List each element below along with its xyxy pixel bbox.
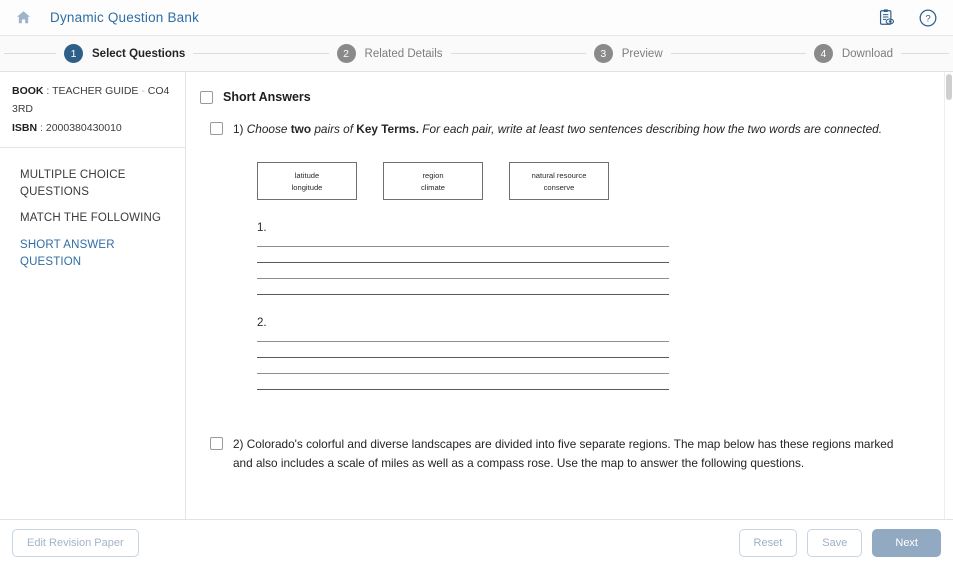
answer-number: 1. [257, 222, 267, 235]
step-number: 2 [336, 44, 356, 63]
key-term-box: natural resource conserve [509, 162, 609, 201]
app-window: Dynamic Question Bank ? 1 Select Questio… [0, 0, 953, 565]
question-item-1: 1) Choose two pairs of Key Terms. For ea… [210, 120, 927, 405]
reset-button[interactable]: Reset [738, 528, 798, 557]
key-term-line-2: conserve [543, 182, 575, 192]
clipboard-eye-icon[interactable] [875, 7, 897, 29]
main-body: BOOK : TEACHER GUIDE - CO4 3RD ISBN : 20… [0, 72, 953, 519]
sidebar: BOOK : TEACHER GUIDE - CO4 3RD ISBN : 20… [0, 72, 186, 519]
answer-rule [257, 294, 669, 296]
sidebar-item-short-answer-question[interactable]: SHORT ANSWER QUESTION [0, 232, 185, 275]
book-value: TEACHER GUIDE [52, 85, 139, 97]
step-connector [450, 53, 586, 54]
answer-block-2: 2. [257, 317, 927, 391]
isbn-colon: : [40, 121, 43, 134]
question-body: 1) Choose two pairs of Key Terms. For ea… [233, 120, 927, 405]
answer-rule [257, 341, 669, 343]
wizard-stepper: 1 Select Questions 2 Related Details 3 P… [0, 36, 953, 72]
footer-actions: Reset Save Next [738, 528, 941, 557]
step-preview[interactable]: 3 Preview [586, 44, 671, 63]
question-type-nav: MULTIPLE CHOICE QUESTIONS MATCH THE FOLL… [0, 148, 185, 275]
question-text-content: Colorado's colorful and diverse landscap… [233, 437, 894, 470]
home-icon[interactable] [12, 7, 34, 29]
isbn-label: ISBN [12, 121, 38, 134]
question-text: 1) Choose two pairs of Key Terms. For ea… [233, 120, 927, 138]
book-line: BOOK : TEACHER GUIDE - CO4 3RD [12, 82, 173, 119]
content-area: Short Answers 1) Choose two pairs of Key… [186, 72, 953, 519]
key-term-box: region climate [383, 162, 483, 201]
answer-rule [257, 278, 669, 280]
step-label: Download [841, 47, 894, 60]
help-circle-icon[interactable]: ? [917, 7, 939, 29]
answer-rule [257, 373, 669, 375]
isbn-value: 2000380430010 [45, 121, 122, 134]
question-text-part-1: Choose [246, 122, 291, 136]
question-number: 1) [233, 122, 244, 136]
step-number: 1 [64, 44, 83, 63]
section-checkbox[interactable] [200, 90, 213, 104]
footer-bar: Edit Revision Paper Reset Save Next [0, 519, 953, 565]
step-number: 3 [593, 44, 613, 63]
step-label: Select Questions [92, 47, 186, 60]
sidebar-item-multiple-choice-questions[interactable]: MULTIPLE CHOICE QUESTIONS [0, 162, 185, 205]
question-body: 2) Colorado's colorful and diverse lands… [233, 435, 927, 472]
question-item-2: 2) Colorado's colorful and diverse lands… [210, 435, 927, 472]
key-term-line-1: latitude [294, 170, 320, 180]
step-download[interactable]: 4 Download [806, 44, 901, 63]
book-dash: - [141, 85, 145, 97]
section-header: Short Answers [200, 90, 927, 104]
question-number: 2) [233, 437, 244, 452]
save-button[interactable]: Save [807, 528, 863, 557]
book-label: BOOK [12, 85, 44, 97]
step-connector [193, 53, 329, 54]
question-text-part-5: For each pair, write at least two senten… [419, 122, 882, 136]
step-number: 4 [813, 44, 833, 63]
book-metadata: BOOK : TEACHER GUIDE - CO4 3RD ISBN : 20… [0, 72, 185, 149]
isbn-line: ISBN : 2000380430010 [12, 119, 173, 137]
top-bar: Dynamic Question Bank ? [0, 0, 953, 36]
section-title: Short Answers [223, 90, 311, 104]
question-list: Short Answers 1) Choose two pairs of Key… [186, 72, 953, 519]
step-select-questions[interactable]: 1 Select Questions [56, 44, 193, 63]
step-related-details[interactable]: 2 Related Details [329, 44, 451, 63]
content-scrollbar[interactable] [944, 72, 953, 519]
question-checkbox[interactable] [210, 437, 223, 451]
question-text-part-3: pairs of [311, 122, 357, 136]
next-button[interactable]: Next [872, 528, 941, 557]
svg-text:?: ? [925, 13, 930, 24]
scrollbar-thumb[interactable] [946, 74, 952, 100]
edit-revision-paper-button[interactable]: Edit Revision Paper [12, 528, 139, 557]
question-text-part-2: two [290, 122, 312, 136]
answer-block-1: 1. [257, 222, 927, 296]
key-term-line-1: natural resource [531, 170, 587, 180]
answer-rule [257, 262, 669, 264]
key-terms-row: latitude longitude region climate natura… [257, 162, 927, 201]
answer-number: 2. [257, 317, 267, 330]
question-text: 2) Colorado's colorful and diverse lands… [233, 435, 905, 472]
step-label: Related Details [364, 47, 443, 60]
sidebar-item-match-the-following[interactable]: MATCH THE FOLLOWING [0, 205, 185, 232]
step-connector [4, 53, 56, 54]
question-text-part-4: Key Terms. [356, 122, 420, 136]
key-term-line-2: longitude [291, 182, 323, 192]
step-connector [901, 53, 950, 54]
book-colon: : [46, 85, 50, 97]
question-checkbox[interactable] [210, 122, 223, 135]
app-title: Dynamic Question Bank [50, 10, 200, 25]
step-connector [670, 53, 806, 54]
answer-rule [257, 389, 669, 391]
key-term-line-2: climate [420, 182, 446, 192]
step-label: Preview [621, 47, 663, 60]
key-term-line-1: region [422, 170, 444, 180]
top-bar-actions: ? [875, 7, 939, 29]
answer-rule [257, 246, 669, 248]
answer-rule [257, 357, 669, 359]
key-term-box: latitude longitude [257, 162, 357, 201]
